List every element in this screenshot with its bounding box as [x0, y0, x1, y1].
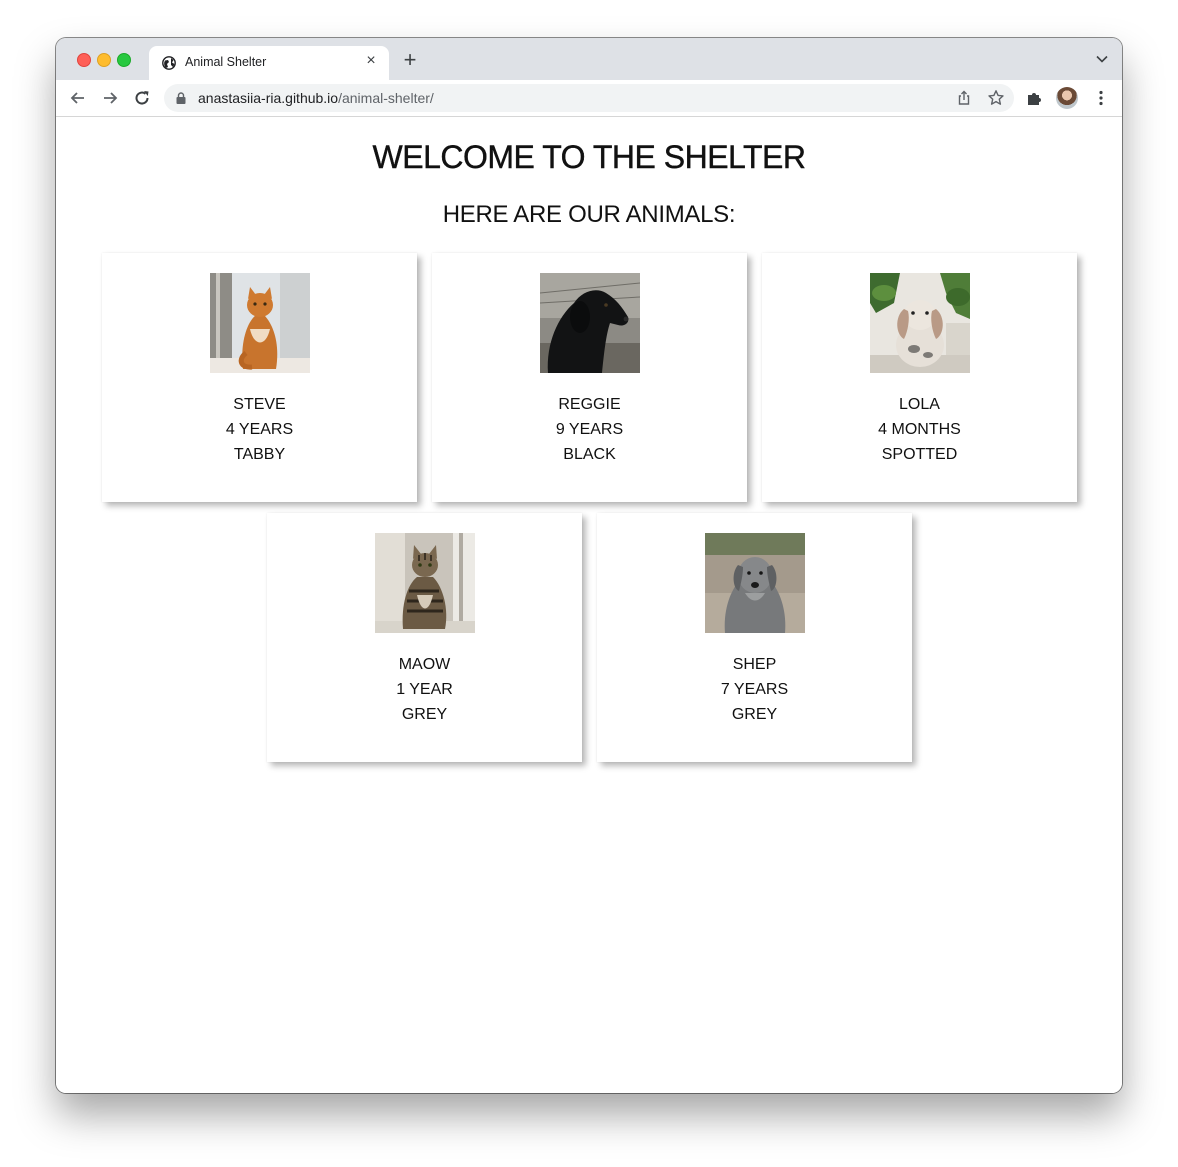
animal-color: SPOTTED — [881, 446, 958, 463]
animal-card[interactable]: REGGIE 9 YEARS BLACK — [432, 253, 747, 502]
animal-name: MAOW — [398, 656, 451, 673]
browser-window: Animal Shelter × + anastasiia-ria.github… — [56, 38, 1122, 1093]
animal-info: REGGIE 9 YEARS BLACK — [432, 392, 747, 467]
animal-age: 4 MONTHS — [878, 421, 961, 438]
animal-age: 9 YEARS — [555, 421, 624, 438]
forward-arrow-icon[interactable] — [100, 88, 120, 108]
chevron-down-icon[interactable] — [1096, 55, 1108, 63]
animal-name: LOLA — [899, 396, 940, 413]
animal-info: STEVE 4 YEARS TABBY — [102, 392, 417, 467]
animal-color: TABBY — [233, 446, 286, 463]
animal-age: 1 YEAR — [396, 681, 453, 698]
url-path: /animal-shelter/ — [338, 90, 434, 106]
page-content: WELCOME TO THE SHELTER HERE ARE OUR ANIM… — [56, 117, 1122, 1093]
lock-icon[interactable] — [176, 92, 186, 104]
animal-card[interactable]: MAOW 1 YEAR GREY — [267, 513, 582, 762]
animal-color: GREY — [731, 706, 778, 723]
minimize-window-button[interactable] — [97, 53, 111, 67]
close-tab-icon[interactable]: × — [363, 53, 379, 69]
tab-title: Animal Shelter — [185, 55, 267, 69]
close-window-button[interactable] — [77, 53, 91, 67]
animal-age: 7 YEARS — [720, 681, 789, 698]
tab-animal-shelter[interactable]: Animal Shelter × — [149, 46, 389, 80]
animal-color: GREY — [401, 706, 448, 723]
url-text[interactable]: anastasiia-ria.github.io/animal-shelter/ — [198, 90, 434, 106]
grey-dog-photo — [705, 533, 805, 633]
animal-name: STEVE — [233, 396, 286, 413]
share-icon[interactable] — [956, 90, 972, 106]
browser-toolbar: anastasiia-ria.github.io/animal-shelter/ — [56, 80, 1122, 117]
page-title: WELCOME TO THE SHELTER — [372, 139, 806, 175]
extensions-puzzle-icon[interactable] — [1026, 89, 1044, 107]
bookmark-star-icon[interactable] — [987, 89, 1005, 107]
animal-age: 4 YEARS — [225, 421, 294, 438]
animal-info: SHEP 7 YEARS GREY — [597, 652, 912, 727]
animal-card[interactable]: SHEP 7 YEARS GREY — [597, 513, 912, 762]
back-arrow-icon[interactable] — [68, 88, 88, 108]
black-dog-photo — [540, 273, 640, 373]
url-domain: anastasiia-ria.github.io — [198, 90, 339, 106]
animal-info: MAOW 1 YEAR GREY — [267, 652, 582, 727]
tabby-cat-photo — [375, 533, 475, 633]
new-tab-button[interactable]: + — [401, 49, 419, 71]
animal-name: REGGIE — [558, 396, 621, 413]
page-subtitle: HERE ARE OUR ANIMALS: — [442, 201, 736, 228]
zoom-window-button[interactable] — [117, 53, 131, 67]
animal-info: LOLA 4 MONTHS SPOTTED — [762, 392, 1077, 467]
orange-tabby-cat-photo — [210, 273, 310, 373]
animal-card[interactable]: LOLA 4 MONTHS SPOTTED — [762, 253, 1077, 502]
animal-name: SHEP — [732, 656, 777, 673]
animal-card[interactable]: STEVE 4 YEARS TABBY — [102, 253, 417, 502]
profile-avatar[interactable] — [1056, 87, 1078, 109]
globe-icon — [162, 56, 176, 70]
address-bar[interactable]: anastasiia-ria.github.io/animal-shelter/ — [164, 84, 1014, 112]
animal-color: BLACK — [563, 446, 616, 463]
more-options-icon[interactable] — [1092, 89, 1110, 107]
lop-bunny-photo — [870, 273, 970, 373]
tab-bar: Animal Shelter × + — [56, 38, 1122, 80]
reload-icon[interactable] — [132, 88, 152, 108]
